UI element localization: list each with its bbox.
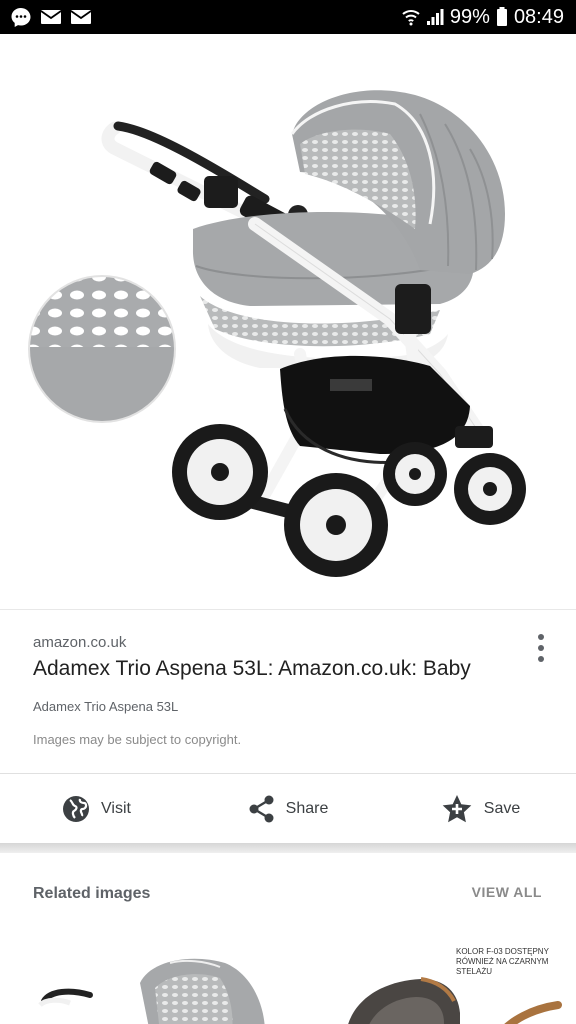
save-label: Save — [483, 799, 521, 817]
related-image-caption: KOLOR F-03 DOSTĘPNY RÓWNIEŻ NA CZARNYM S… — [456, 947, 549, 976]
product-image[interactable] — [0, 34, 576, 609]
clock: 08:49 — [513, 5, 564, 28]
related-images-heading: Related images — [33, 885, 151, 902]
view-all-link[interactable]: VIEW ALL — [472, 884, 542, 900]
share-button[interactable]: Share — [192, 794, 384, 824]
wheel — [383, 442, 447, 506]
globe-icon — [61, 794, 91, 824]
copyright-note: Images may be subject to copyright. — [33, 732, 242, 747]
mail-icon — [70, 8, 92, 26]
save-button[interactable]: Save — [384, 793, 576, 825]
visit-button[interactable]: Visit — [0, 794, 192, 824]
battery-percent: 99% — [449, 5, 490, 28]
related-image-2[interactable]: KOLOR F-03 DOSTĘPNY RÓWNIEŻ NA CZARNYM S… — [326, 943, 576, 1024]
visit-label: Visit — [101, 799, 131, 817]
status-bar: 99% 08:49 — [0, 0, 576, 34]
related-image-1[interactable] — [10, 943, 316, 1024]
battery-icon — [496, 7, 508, 27]
related-images-section: Related images VIEW ALL KOLOR F-03 DOSTĘ… — [0, 853, 576, 1024]
share-icon — [248, 794, 276, 824]
signal-icon — [426, 8, 444, 26]
star-add-icon — [440, 793, 474, 825]
section-divider — [0, 843, 576, 853]
fabric-swatch — [28, 275, 176, 423]
share-label: Share — [285, 799, 329, 817]
mail-icon — [40, 8, 62, 26]
system-status: 99% 08:49 — [402, 6, 564, 29]
messenger-icon — [10, 6, 32, 28]
notification-icons — [10, 6, 92, 28]
source-domain[interactable]: amazon.co.uk — [33, 634, 126, 651]
result-title[interactable]: Adamex Trio Aspena 53L: Amazon.co.uk: Ba… — [33, 657, 471, 681]
wheel — [172, 424, 268, 520]
wheel — [284, 473, 388, 577]
more-vert-icon[interactable] — [528, 630, 554, 666]
wheel — [454, 453, 526, 525]
result-info: amazon.co.uk Adamex Trio Aspena 53L: Ama… — [0, 609, 576, 773]
action-bar: Visit Share Save — [0, 773, 576, 843]
wifi-icon — [402, 8, 420, 26]
result-subtitle: Adamex Trio Aspena 53L — [33, 699, 179, 714]
